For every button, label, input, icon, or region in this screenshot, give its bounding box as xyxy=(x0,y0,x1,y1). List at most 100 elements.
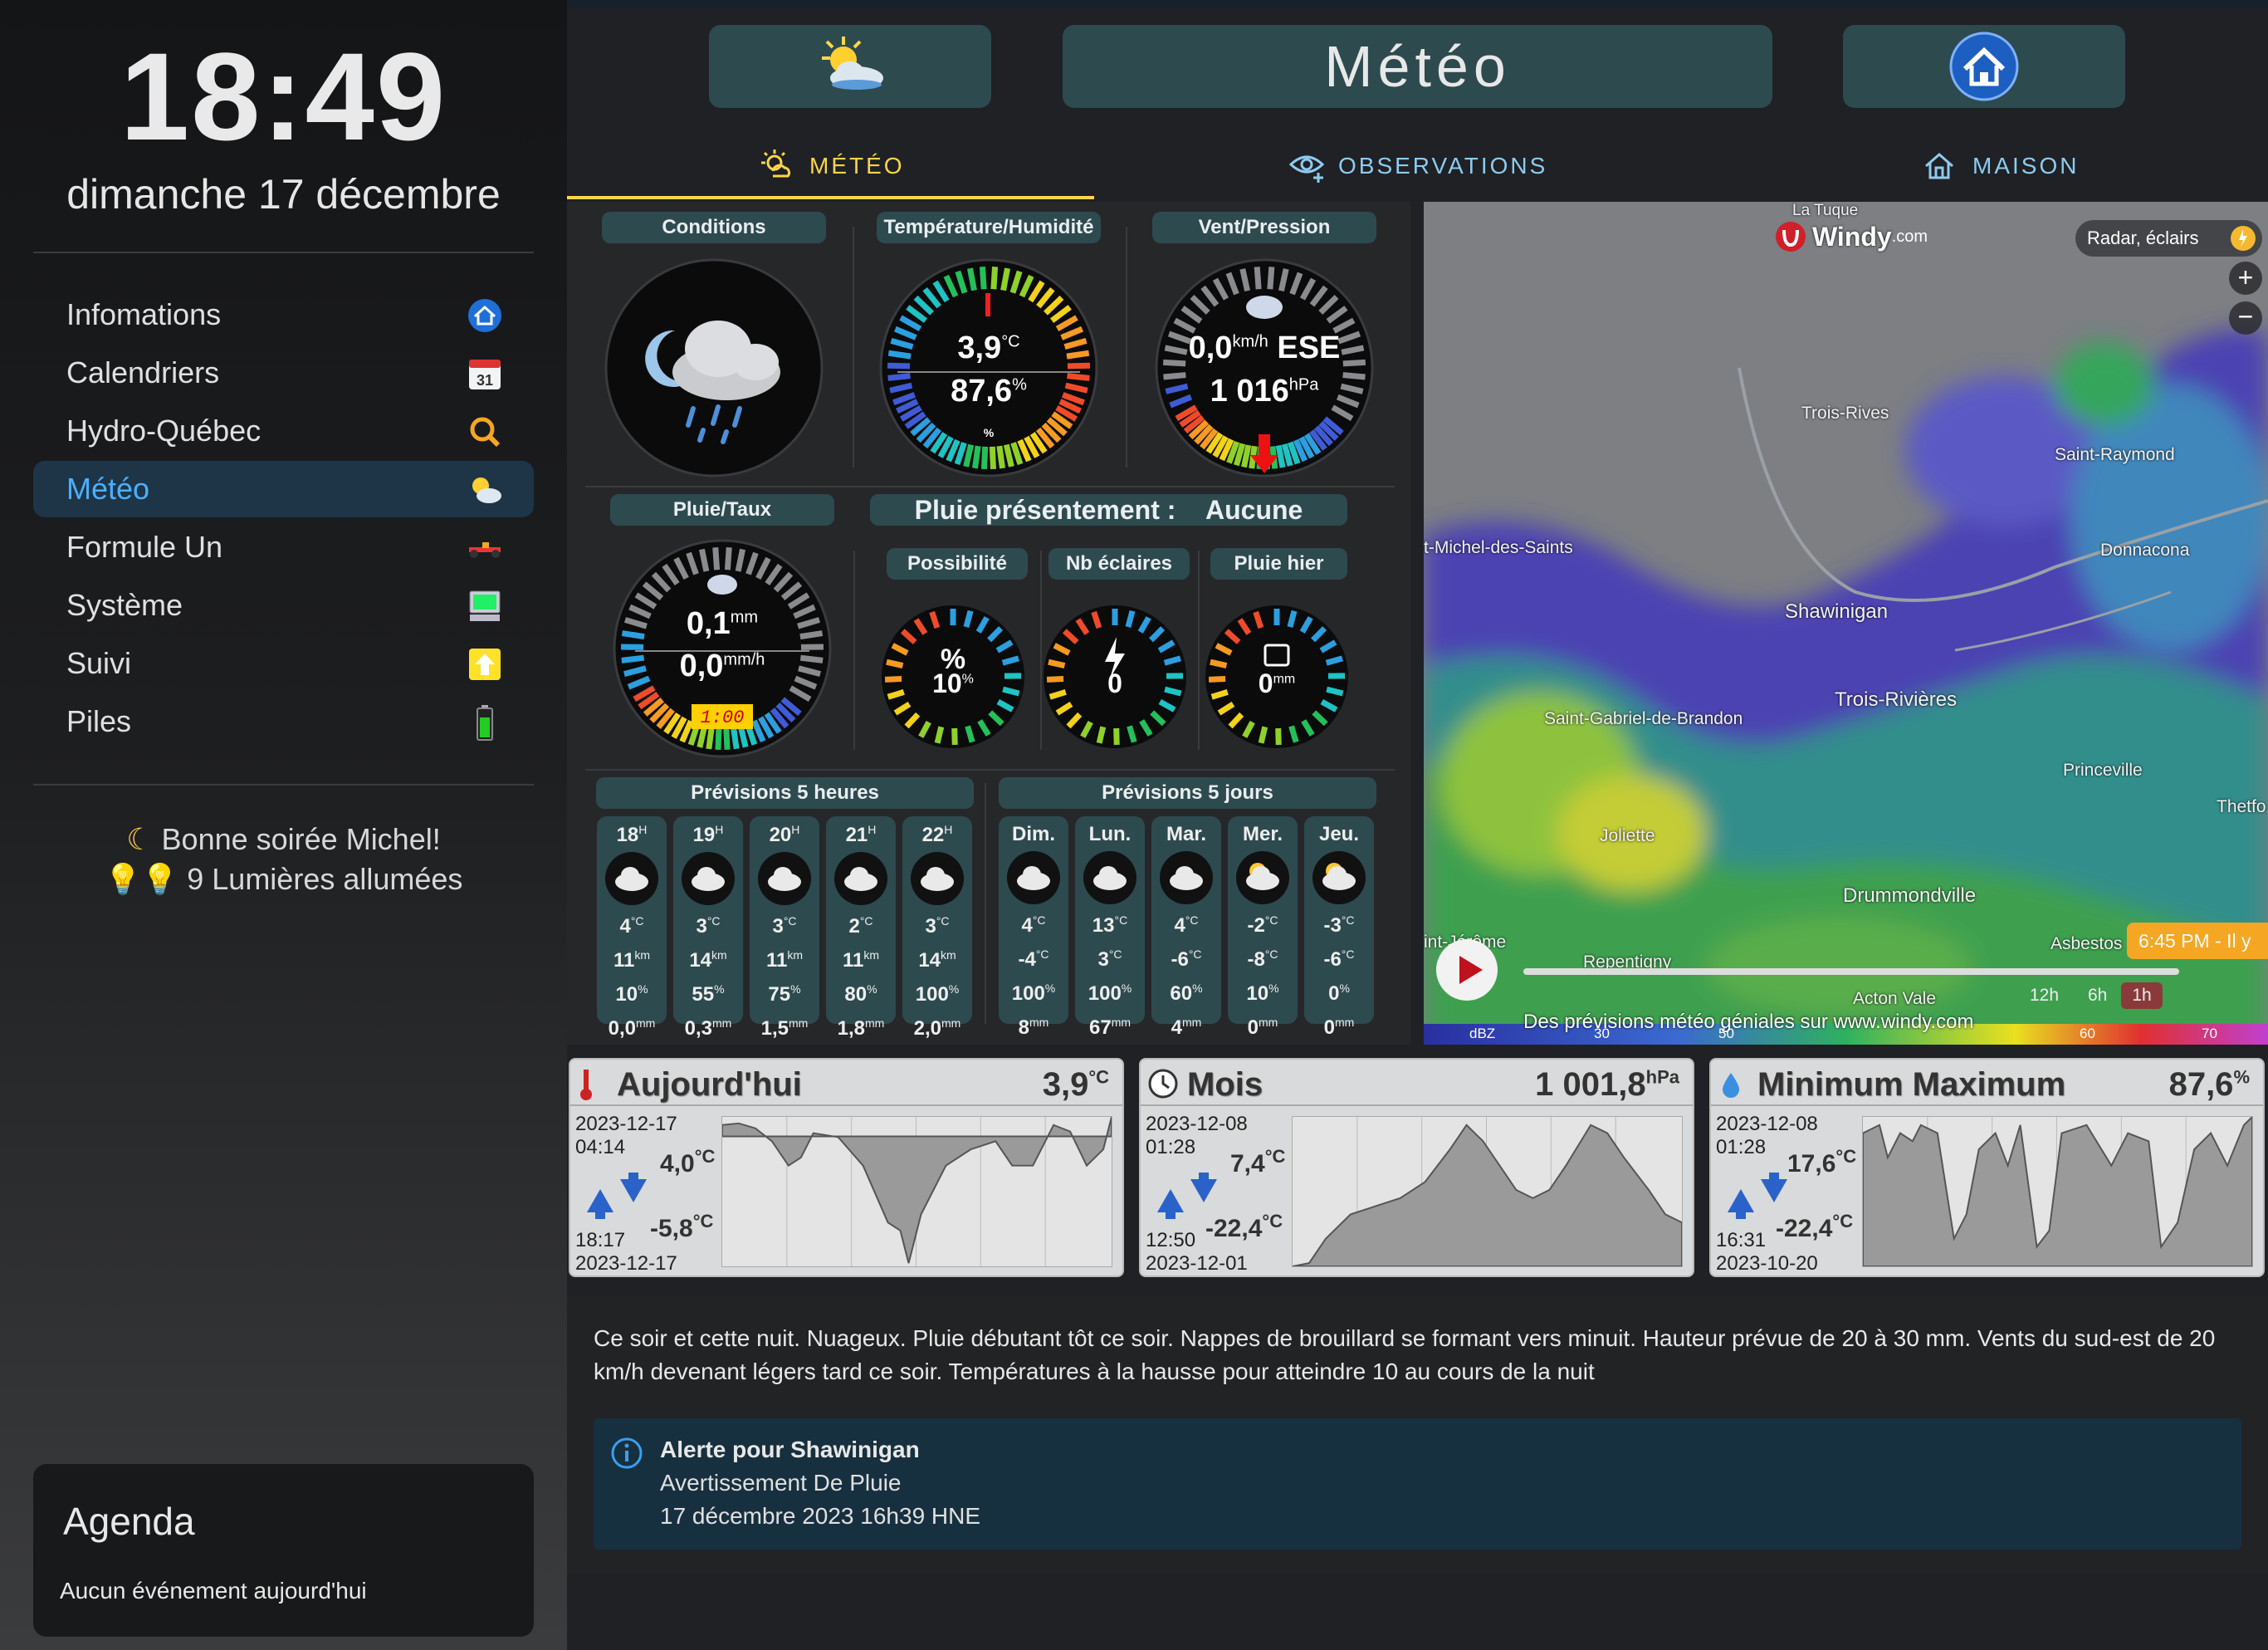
cloud-icon xyxy=(605,852,658,905)
nav-item-formule-un[interactable]: Formule Un xyxy=(33,519,534,575)
tab-observations[interactable]: OBSERVATIONS xyxy=(1288,137,1547,195)
eye-plus-icon xyxy=(1288,155,1325,183)
nav-item-meteo[interactable]: Météo xyxy=(33,461,534,517)
divider xyxy=(33,784,534,786)
svg-text:1:00: 1:00 xyxy=(701,707,745,728)
forecast-day-column: Jeu. -3°C -6°C 0% 0mm xyxy=(1304,816,1374,1039)
forecast-temp: 3°C xyxy=(696,914,721,938)
windy-logo-icon xyxy=(1776,222,1806,252)
layer-selector[interactable]: Radar, éclairs xyxy=(2075,220,2262,257)
windy-logo: Windy .com xyxy=(1774,220,1928,253)
play-button[interactable] xyxy=(1436,939,1498,1001)
timeline-slider[interactable] xyxy=(1523,968,2179,975)
forecast-low: -8°C xyxy=(1247,947,1278,971)
forecast-rain: 1,8mm xyxy=(837,1016,885,1040)
forecast-hour-label: 22H xyxy=(921,823,953,846)
alert-title: Alerte pour Shawinigan xyxy=(660,1437,920,1462)
forecast-hour-column: 20H 3°C 11km 75% 1,5mm xyxy=(750,816,819,1040)
forecast-probability: 100% xyxy=(915,982,960,1006)
card-min: -22,4°C xyxy=(1776,1211,1854,1242)
card-date-min: 2023-12-17 xyxy=(575,1252,677,1275)
forecast-low: -6°C xyxy=(1171,947,1202,971)
forecast-hour-label: 20H xyxy=(769,823,800,846)
card-max: 17,6°C xyxy=(1787,1146,1857,1178)
card-min: -5,8°C xyxy=(650,1211,714,1242)
city-label: Thetfo xyxy=(2217,797,2266,816)
forecast-rain: 4mm xyxy=(1171,1016,1202,1039)
wind-pressure-gauge xyxy=(1155,258,1374,477)
conditions-gauge xyxy=(604,258,824,477)
weather-alert[interactable]: Alerte pour Shawinigan Avertissement De … xyxy=(594,1418,2241,1550)
forecast-wind: 14km xyxy=(918,948,956,972)
divider xyxy=(1198,551,1200,750)
card-date-max: 2023-12-08 xyxy=(1716,1113,1818,1135)
forecast-day-column: Lun. 13°C 3°C 100% 67mm xyxy=(1075,816,1145,1039)
tab-meteo[interactable]: MÉTÉO xyxy=(760,137,905,195)
card-min: -22,4°C xyxy=(1205,1211,1283,1242)
map-footer[interactable]: Des prévisions météo géniales sur www.wi… xyxy=(1523,1011,1973,1034)
forecast-rain: 0mm xyxy=(1247,1016,1278,1039)
nav-item-calendriers[interactable]: Calendriers 31 xyxy=(33,345,534,401)
forecast-day-label: Lun. xyxy=(1088,823,1132,845)
city-label: Shawinigan xyxy=(1785,600,1889,623)
forecast-hour-label: 18H xyxy=(616,823,648,846)
nav-item-systeme[interactable]: Système xyxy=(33,577,534,634)
forecast-hour-column: 19H 3°C 14km 55% 0,3mm xyxy=(673,816,743,1040)
humidity-value: 87,6% xyxy=(951,374,1027,409)
nav-label: Météo xyxy=(66,472,150,506)
forecast-probability: 60% xyxy=(1170,982,1203,1005)
stat-card-month[interactable]: Mois 1 001,8hPa 2023-12-08 01:28 7,4°C -… xyxy=(1139,1058,1694,1277)
clock: 18:49 xyxy=(120,27,447,166)
label-rain-rate: Pluie/Taux xyxy=(610,494,834,526)
rain-rate-value: 0,0mm/h xyxy=(679,649,765,683)
home-button[interactable] xyxy=(1843,25,2125,108)
nav-label: Formule Un xyxy=(66,530,223,564)
alert-time: 17 décembre 2023 16h39 HNE xyxy=(660,1503,981,1529)
forecast-probability: 0% xyxy=(1328,982,1350,1005)
forecast-low: -4°C xyxy=(1018,947,1049,971)
card-date-max: 2023-12-08 xyxy=(1146,1113,1248,1135)
sparkline-chart xyxy=(721,1116,1112,1267)
forecast-low: 3°C xyxy=(1097,947,1122,971)
stat-card-today[interactable]: Aujourd'hui 3,9°C 2023-12-17 04:14 4,0°C… xyxy=(569,1058,1124,1277)
card-title: Aujourd'hui xyxy=(617,1066,802,1103)
agenda-card[interactable]: Agenda Aucun événement aujourd'hui xyxy=(33,1464,534,1637)
computer-icon xyxy=(466,587,504,625)
nav-item-infomations[interactable]: Infomations xyxy=(33,286,534,343)
city-label: Acton Vale xyxy=(1853,989,1937,1008)
forecast-wind: 14km xyxy=(689,948,727,972)
forecast-temp: 3°C xyxy=(772,914,797,938)
scale-value: 60 xyxy=(2080,1026,2095,1041)
nav-item-hydro-quebec[interactable]: Hydro-Québec xyxy=(33,403,534,459)
wind-value: 0,0km/h ESE xyxy=(1188,330,1341,365)
radar-map[interactable]: La Tuque Windy .com Radar, éclairs + − Tr… xyxy=(1424,202,2268,1045)
weather-panel: Conditions Température/Humidité Vent/Pre… xyxy=(567,202,1410,1045)
scale-unit: dBZ xyxy=(1469,1026,1496,1041)
temperature-value: 3,9°C xyxy=(957,330,1020,365)
hydro-icon xyxy=(466,413,504,451)
card-header: Aujourd'hui 3,9°C xyxy=(570,1060,1122,1106)
forecast-hour-column: 22H 3°C 14km 100% 2,0mm xyxy=(902,816,972,1040)
possibility-value: 10% xyxy=(932,668,974,698)
city-label: Drummondville xyxy=(1843,884,1977,907)
card-time-max: 01:28 xyxy=(1716,1136,1767,1158)
home-icon xyxy=(1949,32,2019,101)
zoom-out-button[interactable]: − xyxy=(2229,301,2262,335)
nav-item-suivi[interactable]: Suivi xyxy=(33,635,534,692)
duration-1h[interactable]: 1h xyxy=(2121,982,2163,1009)
info-icon xyxy=(611,1437,643,1469)
card-date-max: 2023-12-17 xyxy=(575,1113,677,1135)
agenda-title: Agenda xyxy=(63,1500,195,1543)
zoom-in-button[interactable]: + xyxy=(2229,262,2262,295)
forecast-rain: 0,0mm xyxy=(608,1016,656,1040)
forecast-rain: 67mm xyxy=(1088,1016,1132,1039)
stat-card-min-max[interactable]: Minimum Maximum 87,6% 2023-12-08 01:28 1… xyxy=(1709,1058,2265,1277)
forecast-high: 4°C xyxy=(1021,913,1046,937)
cloud-icon xyxy=(834,852,887,905)
tab-maison[interactable]: MAISON xyxy=(1923,137,2079,195)
duration-6h[interactable]: 6h xyxy=(2088,986,2107,1006)
label-forecast-hours: Prévisions 5 heures xyxy=(596,777,974,809)
duration-12h[interactable]: 12h xyxy=(2030,986,2059,1006)
weather-button[interactable] xyxy=(709,25,991,108)
nav-item-piles[interactable]: Piles xyxy=(33,693,534,750)
